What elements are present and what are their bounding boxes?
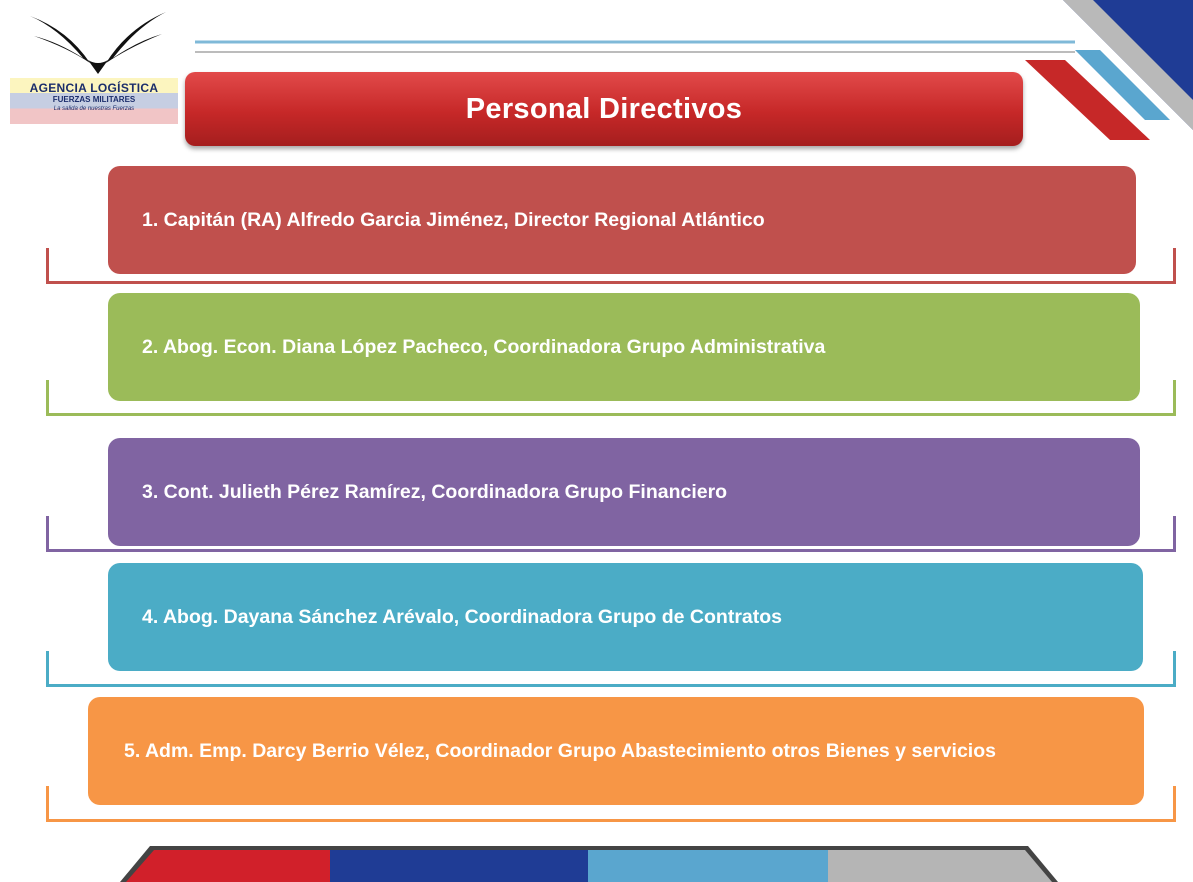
list-item-5: 5. Adm. Emp. Darcy Berrio Vélez, Coordin…	[88, 697, 1144, 805]
logo-line-1: AGENCIA LOGÍSTICA	[29, 81, 159, 95]
agency-logo: AGENCIA LOGÍSTICA FUERZAS MILITARES La s…	[6, 8, 181, 124]
eagle-wings-icon	[30, 12, 166, 74]
title-banner: Personal Directivos	[185, 72, 1023, 146]
list-item-4: 4. Abog. Dayana Sánchez Arévalo, Coordin…	[108, 563, 1143, 671]
logo-line-2: FUERZAS MILITARES	[52, 95, 136, 104]
logo-text: AGENCIA LOGÍSTICA FUERZAS MILITARES La s…	[10, 81, 178, 114]
list-item-1: 1. Capitán (RA) Alfredo Garcia Jiménez, …	[108, 166, 1136, 274]
logo-line-3: La salida de nuestras Fuerzas	[53, 106, 135, 112]
page-title: Personal Directivos	[465, 92, 743, 125]
list-item-4-text: 4. Abog. Dayana Sánchez Arévalo, Coordin…	[142, 606, 782, 628]
list-item-5-text: 5. Adm. Emp. Darcy Berrio Vélez, Coordin…	[124, 740, 996, 762]
list-item-3-text: 3. Cont. Julieth Pérez Ramírez, Coordina…	[142, 481, 728, 503]
list-item-2: 2. Abog. Econ. Diana López Pacheco, Coor…	[108, 293, 1140, 401]
footer-color-bar	[120, 846, 1058, 882]
list-item-2-text: 2. Abog. Econ. Diana López Pacheco, Coor…	[142, 336, 826, 358]
list-item-3: 3. Cont. Julieth Pérez Ramírez, Coordina…	[108, 438, 1140, 546]
list-item-1-text: 1. Capitán (RA) Alfredo Garcia Jiménez, …	[142, 209, 765, 231]
corner-decoration	[1063, 0, 1193, 130]
